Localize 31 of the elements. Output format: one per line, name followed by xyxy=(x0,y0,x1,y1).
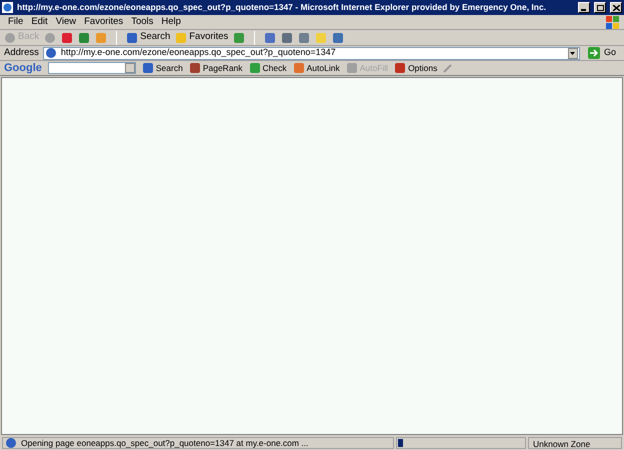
address-field[interactable]: http://my.e-one.com/ezone/eoneapps.qo_spec_out?p_quoteno=1347 xyxy=(42,46,580,60)
maximize-icon xyxy=(596,4,604,10)
google-menu[interactable]: Google xyxy=(4,60,42,76)
dropdown-button[interactable] xyxy=(568,48,578,58)
options-button[interactable]: Options xyxy=(394,62,438,74)
autolink-button[interactable]: AutoLink xyxy=(292,62,340,74)
check-button[interactable]: Check xyxy=(248,62,287,74)
maximize-button[interactable] xyxy=(594,2,606,13)
window-title: http://my.e-one.com/ezone/eoneapps.qo_spec_out?p_quoteno=1347 - Microsoft Internet Explorer provided by Emergency One, Inc. xyxy=(17,1,548,14)
status-text: Opening page eoneapps.qo_spec_out?p_quoteno=1347 at my.e-one.com ... xyxy=(2,437,394,449)
arrow-icon xyxy=(588,47,600,59)
google-search-field[interactable] xyxy=(48,62,136,74)
menu-item[interactable]: View xyxy=(52,14,80,30)
search-button[interactable]: Search xyxy=(142,62,183,74)
menu-item[interactable]: File xyxy=(4,14,28,30)
pagerank-button[interactable]: PageRank xyxy=(188,62,243,74)
minimize-button[interactable] xyxy=(578,2,590,13)
go-button[interactable]: Go xyxy=(584,46,620,60)
menu-item[interactable]: Help xyxy=(157,14,185,30)
address-label: Address xyxy=(4,46,39,60)
search-button[interactable]: Search xyxy=(126,30,170,45)
menu-item[interactable]: Edit xyxy=(27,14,52,30)
menu-item[interactable]: Favorites xyxy=(80,14,128,30)
zone-field: Unknown Zone xyxy=(528,437,622,449)
favorites-button[interactable]: Favorites xyxy=(175,30,228,45)
pencil-icon xyxy=(443,63,454,73)
menu-item[interactable]: Tools xyxy=(127,14,158,30)
caret-icon xyxy=(570,52,576,54)
windows-flag-icon xyxy=(606,16,620,28)
close-icon xyxy=(612,4,620,10)
close-button[interactable] xyxy=(610,2,622,13)
